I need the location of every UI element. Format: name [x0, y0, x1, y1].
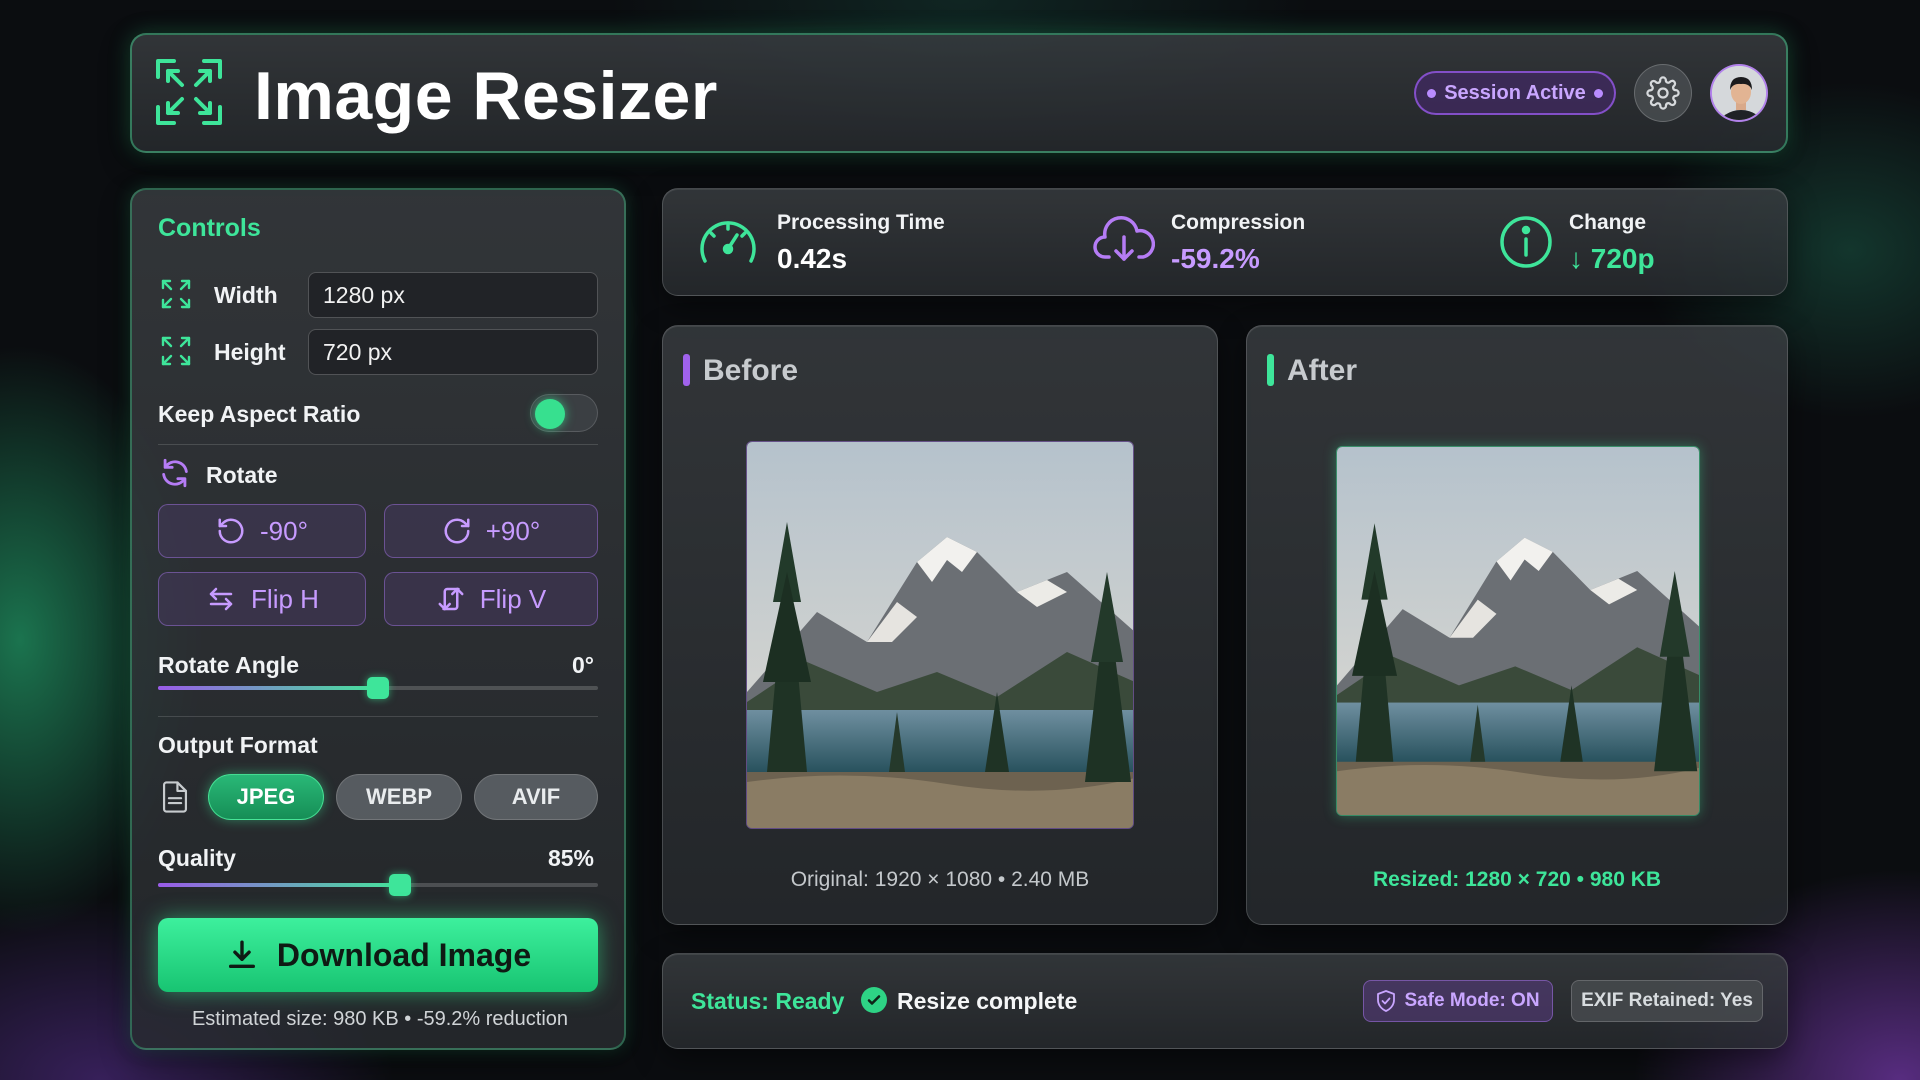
- compression-label: Compression: [1171, 211, 1306, 234]
- aspect-ratio-label: Keep Aspect Ratio: [158, 401, 361, 427]
- quality-slider[interactable]: [158, 874, 598, 896]
- session-status-badge: Session Active: [1414, 71, 1616, 115]
- output-format-label: Output Format: [158, 732, 318, 758]
- rotate-cw-icon: [444, 518, 470, 544]
- rotate-ccw-icon: [218, 518, 244, 544]
- info-icon: [1500, 216, 1552, 268]
- session-label: Session Active: [1444, 81, 1586, 104]
- status-dot-icon: [1593, 88, 1603, 98]
- accent-bar: [1267, 354, 1274, 386]
- original-image: [746, 441, 1134, 829]
- user-portrait-icon: [1712, 66, 1766, 120]
- processing-time-label: Processing Time: [777, 211, 945, 234]
- compression-stat: Compression -59.2%: [1093, 207, 1393, 279]
- height-input[interactable]: [308, 329, 598, 375]
- speedometer-icon: [700, 221, 756, 263]
- divider: [158, 444, 598, 445]
- safe-mode-label: Safe Mode: ON: [1404, 990, 1540, 1011]
- settings-button[interactable]: [1634, 64, 1692, 122]
- download-label: Download Image: [276, 936, 532, 973]
- slider-fill: [158, 883, 400, 887]
- mountain-lake-image: [747, 442, 1133, 828]
- exif-badge: EXIF Retained: Yes: [1571, 980, 1763, 1022]
- change-label: Change: [1569, 211, 1647, 234]
- rotate-angle-label: Rotate Angle: [158, 652, 299, 678]
- status-ready-text: Status: Ready: [691, 988, 845, 1014]
- rotate-left-button[interactable]: -90°: [158, 504, 366, 558]
- accent-bar: [683, 354, 690, 386]
- processing-time-stat: Processing Time 0.42s: [697, 207, 997, 279]
- width-label: Width: [214, 282, 278, 308]
- rotate-angle-slider[interactable]: [158, 677, 598, 699]
- resized-image: [1336, 446, 1700, 816]
- stats-panel: Processing Time 0.42s Compression -59.2%…: [662, 188, 1788, 296]
- download-icon: [228, 940, 255, 969]
- controls-panel: Controls Width Height Keep Aspect Ratio …: [130, 188, 626, 1050]
- download-button[interactable]: Download Image: [158, 918, 598, 992]
- gear-icon: [1646, 76, 1680, 110]
- status-bar: Status: Ready Resize complete Safe Mode:…: [662, 953, 1788, 1049]
- status-message: Resize complete: [897, 988, 1078, 1014]
- rotate-icon: [162, 458, 188, 488]
- flip-horizontal-icon: [209, 587, 233, 611]
- exif-label: EXIF Retained: Yes: [1581, 990, 1753, 1011]
- cloud-download-icon: [1093, 215, 1155, 261]
- rotate-left-label: -90°: [260, 515, 308, 546]
- controls-title: Controls: [158, 214, 261, 242]
- flip-h-label: Flip H: [251, 583, 319, 614]
- expand-icon: [161, 336, 191, 366]
- quality-label: Quality: [158, 845, 236, 871]
- after-preview-panel: After Resized: 1280 × 720 • 980 KB: [1246, 325, 1788, 925]
- rotate-right-label: +90°: [485, 515, 541, 546]
- rotate-angle-value: 0°: [572, 652, 594, 678]
- flip-horizontal-button[interactable]: Flip H: [158, 572, 366, 626]
- flip-vertical-button[interactable]: Flip V: [384, 572, 598, 626]
- compression-value: -59.2%: [1171, 243, 1260, 274]
- slider-thumb[interactable]: [367, 677, 389, 699]
- rotate-right-button[interactable]: +90°: [384, 504, 598, 558]
- toggle-knob: [535, 399, 565, 429]
- user-avatar[interactable]: [1710, 64, 1768, 122]
- height-label: Height: [214, 339, 286, 365]
- after-title: After: [1287, 354, 1358, 387]
- format-webp-button[interactable]: WEBP: [336, 774, 462, 820]
- change-value: ↓ 720p: [1569, 243, 1655, 274]
- slider-fill: [158, 686, 378, 690]
- width-input[interactable]: [308, 272, 598, 318]
- format-avif-button[interactable]: AVIF: [474, 774, 598, 820]
- rotate-label: Rotate: [206, 462, 278, 488]
- flip-v-label: Flip V: [479, 583, 547, 614]
- mountain-lake-image: [1337, 447, 1699, 815]
- quality-value: 85%: [547, 845, 594, 871]
- expand-icon: [161, 279, 191, 309]
- app-title: Image Resizer: [254, 58, 718, 134]
- processing-time-value: 0.42s: [777, 243, 848, 274]
- file-icon: [162, 781, 188, 813]
- app-header: Image Resizer Session Active: [130, 33, 1788, 153]
- before-preview-panel: Before Original: 1920 × 1080 • 2.40 MB: [662, 325, 1218, 925]
- resized-caption: Resized: 1280 × 720 • 980 KB: [1372, 868, 1662, 891]
- estimated-size-text: Estimated size: 980 KB • -59.2% reductio…: [191, 1008, 569, 1030]
- status-dot-icon: [1427, 88, 1437, 98]
- aspect-ratio-toggle[interactable]: [530, 394, 598, 432]
- safe-mode-badge[interactable]: Safe Mode: ON: [1363, 980, 1553, 1022]
- before-title: Before: [703, 354, 799, 387]
- divider: [158, 716, 598, 717]
- change-stat: Change ↓ 720p: [1499, 207, 1759, 279]
- check-circle-icon: [861, 987, 887, 1013]
- flip-vertical-icon: [438, 587, 464, 611]
- shield-check-icon: [1377, 990, 1396, 1012]
- slider-thumb[interactable]: [389, 874, 411, 896]
- original-caption: Original: 1920 × 1080 • 2.40 MB: [790, 868, 1090, 891]
- expand-arrows-icon: [156, 59, 222, 125]
- format-jpeg-button[interactable]: JPEG: [208, 774, 324, 820]
